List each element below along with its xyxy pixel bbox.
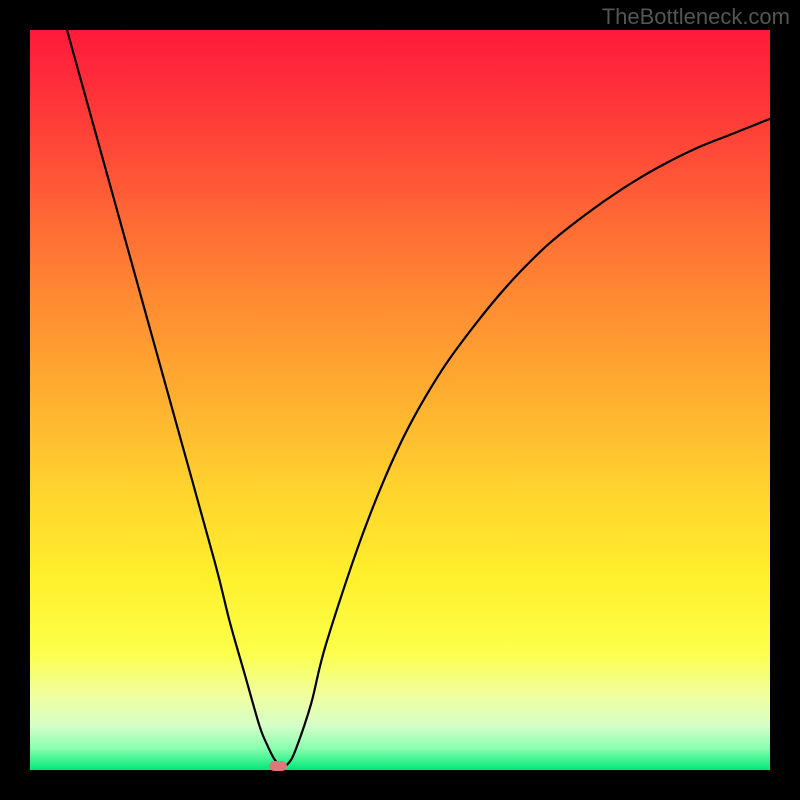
watermark-text: TheBottleneck.com <box>602 4 790 30</box>
minimum-marker <box>269 761 287 771</box>
bottleneck-curve <box>30 30 770 770</box>
chart-plot-area <box>30 30 770 770</box>
